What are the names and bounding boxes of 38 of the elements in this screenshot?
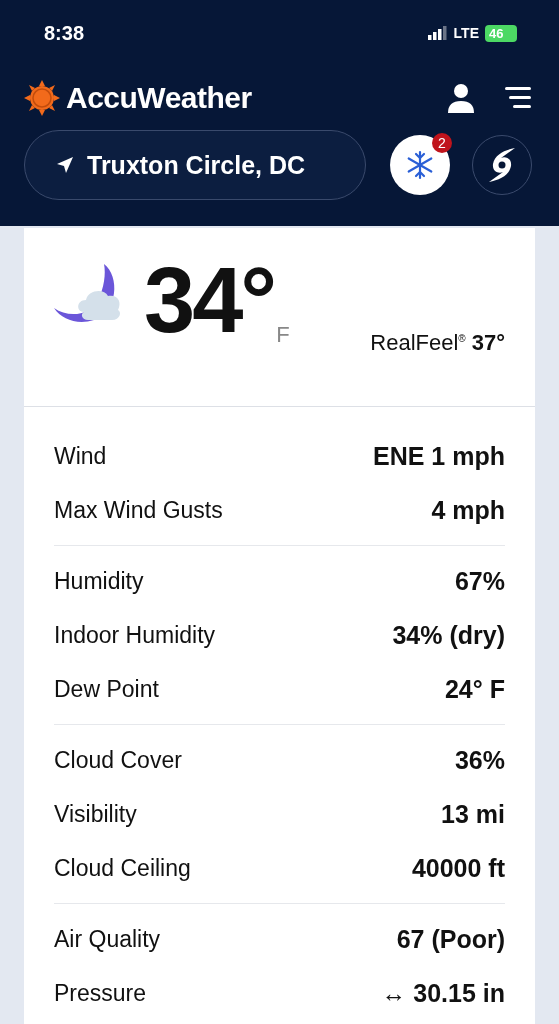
detail-label: Wind	[54, 442, 107, 470]
hurricane-icon	[487, 148, 517, 182]
detail-label: Cloud Ceiling	[54, 854, 191, 882]
detail-label: Visibility	[54, 800, 137, 828]
detail-label: Indoor Humidity	[54, 621, 216, 649]
network-label: LTE	[453, 25, 479, 41]
sun-logo-icon	[24, 80, 60, 116]
detail-label: Cloud Cover	[54, 746, 182, 774]
detail-label: Max Wind Gusts	[54, 496, 223, 524]
detail-value: 4 mph	[431, 495, 505, 525]
detail-value: 24° F	[444, 674, 505, 704]
detail-value: ↔ 30.15 in	[381, 978, 505, 1008]
detail-label: Air Quality	[54, 925, 161, 953]
detail-value: 36%	[454, 745, 505, 775]
detail-label: Dew Point	[54, 675, 159, 703]
temperature-unit: F	[276, 322, 290, 348]
location-arrow-icon	[57, 157, 73, 173]
realfeel-label: RealFeel$^{®}$	[370, 330, 466, 356]
detail-value: 67 (Poor)	[396, 924, 505, 954]
notification-badge: 2	[432, 133, 452, 153]
detail-label: Humidity	[54, 567, 144, 595]
temperature: 34°	[144, 254, 275, 346]
winter-alerts-button[interactable]: 2	[390, 135, 450, 195]
detail-value: 34% (dry)	[392, 620, 505, 650]
detail-value: ENE 1 mph	[373, 441, 505, 471]
menu-icon[interactable]	[505, 87, 531, 109]
signal-icon	[427, 26, 448, 40]
account-icon[interactable]	[447, 83, 475, 113]
brand-name: AccuWeather	[66, 81, 253, 115]
location-button[interactable]: Truxton Circle, DC	[24, 130, 366, 200]
realfeel-value: 37°	[471, 330, 505, 356]
battery-level: 46	[485, 24, 517, 42]
detail-label: Pressure	[54, 979, 147, 1007]
detail-value: 40000 ft	[411, 853, 505, 883]
detail-value: 13 mi	[441, 799, 505, 829]
detail-value: 67%	[454, 566, 505, 596]
snowflake-icon	[405, 150, 435, 180]
status-time: 8:38	[44, 21, 86, 45]
